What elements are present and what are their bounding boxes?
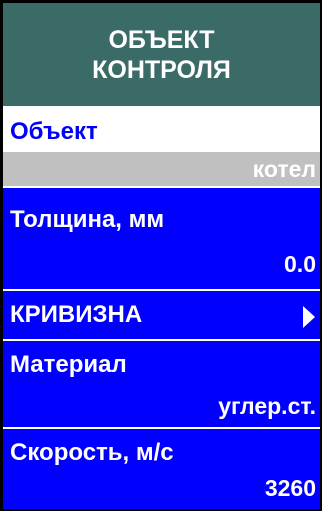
- panel-title-line2: КОНТРОЛЯ: [92, 56, 231, 84]
- curvature-label: КРИВИЗНА: [10, 301, 143, 328]
- thickness-label: Толщина, мм: [10, 206, 165, 233]
- speed-label: Скорость, м/с: [10, 439, 174, 466]
- menu-item-object[interactable]: Объект: [3, 108, 320, 152]
- material-value: углер.ст.: [218, 393, 316, 419]
- menu-item-speed[interactable]: Скорость, м/с 3260: [3, 429, 320, 509]
- material-label: Материал: [10, 351, 127, 378]
- object-value-field[interactable]: котел: [3, 152, 320, 186]
- menu-item-material[interactable]: Материал углер.ст.: [3, 341, 320, 427]
- speed-value: 3260: [264, 475, 316, 501]
- object-value: котел: [252, 156, 316, 182]
- panel-title-line1: ОБЪЕКТ: [108, 26, 215, 54]
- thickness-value: 0.0: [284, 251, 316, 277]
- object-label: Объект: [10, 118, 98, 145]
- menu-item-thickness[interactable]: Толщина, мм 0.0: [3, 188, 320, 289]
- submenu-arrow-icon: [303, 306, 315, 328]
- menu-item-curvature[interactable]: КРИВИЗНА: [3, 291, 320, 339]
- panel-title: ОБЪЕКТ КОНТРОЛЯ: [3, 3, 320, 106]
- object-settings-panel: ОБЪЕКТ КОНТРОЛЯ Объект котел Толщина, мм…: [0, 0, 322, 511]
